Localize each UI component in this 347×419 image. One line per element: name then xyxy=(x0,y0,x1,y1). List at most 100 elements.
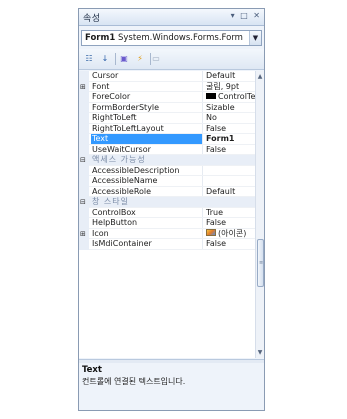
sort-az-icon: ↓ xyxy=(101,54,109,63)
property-row[interactable]: RightToLeft No xyxy=(79,113,255,124)
row-margin xyxy=(79,144,89,155)
property-row[interactable]: IsMdiContainer False xyxy=(79,239,255,250)
property-name: RightToLeft xyxy=(91,113,203,124)
events-view-button[interactable]: ⚡ xyxy=(133,52,147,66)
events-lightning-icon: ⚡ xyxy=(137,54,143,63)
property-row[interactable]: Text Form1 xyxy=(79,134,255,145)
property-value-text: Sizable xyxy=(206,102,235,112)
property-value[interactable]: Default xyxy=(204,71,255,82)
property-name: Icon xyxy=(91,228,203,239)
property-row[interactable]: FormBorderStyle Sizable xyxy=(79,102,255,114)
property-value[interactable] xyxy=(204,176,255,187)
collapse-minus-icon[interactable]: ⊟ xyxy=(80,156,86,164)
property-name: RightToLeftLayout xyxy=(91,123,203,134)
property-value[interactable]: 굴림, 9pt xyxy=(204,82,255,93)
category-label: 창 스타일 xyxy=(92,197,129,206)
description-pane: Text 컨트롤에 연결된 텍스트입니다. xyxy=(79,363,264,410)
alphabetical-view-button[interactable]: ↓ xyxy=(98,52,112,66)
row-margin xyxy=(79,92,89,103)
property-value[interactable]: Default xyxy=(204,187,255,198)
scroll-down-icon[interactable]: ▼ xyxy=(256,348,264,357)
category-label: 액세스 가능성 xyxy=(92,155,146,164)
property-value-text: Default xyxy=(206,186,236,196)
property-pages-button[interactable]: ▭ xyxy=(149,52,163,66)
auto-hide-pin-icon[interactable]: □ xyxy=(240,11,248,20)
property-name: Cursor xyxy=(91,71,203,82)
property-name: IsMdiContainer xyxy=(91,239,203,250)
property-pages-icon: ▭ xyxy=(152,54,160,63)
scroll-up-icon[interactable]: ▲ xyxy=(256,72,264,81)
row-margin: ⊟ xyxy=(79,155,89,166)
window-position-dropdown-icon[interactable]: ▾ xyxy=(231,11,235,20)
property-value-text: Form1 xyxy=(206,134,235,143)
property-value-text: False xyxy=(206,218,227,227)
title-bar[interactable]: 속성 ▾ □ ✕ xyxy=(79,9,264,26)
collapse-minus-icon[interactable]: ⊟ xyxy=(80,198,86,206)
title-bar-controls: ▾ □ ✕ xyxy=(228,11,260,20)
property-row[interactable]: AccessibleDescription xyxy=(79,165,255,177)
property-value[interactable]: (아이콘) xyxy=(204,229,255,240)
property-value[interactable] xyxy=(204,166,255,177)
property-value-text: False xyxy=(206,123,227,133)
chevron-down-icon[interactable]: ▼ xyxy=(249,31,261,45)
property-value[interactable]: False xyxy=(204,239,255,250)
property-row[interactable]: ⊞ Font 굴림, 9pt xyxy=(79,81,255,93)
property-value[interactable]: ControlText xyxy=(204,92,255,103)
row-margin xyxy=(79,218,89,229)
property-value[interactable]: False xyxy=(204,218,255,229)
property-value[interactable]: False xyxy=(204,124,255,135)
categorized-icon: ☷ xyxy=(85,54,93,63)
expand-plus-icon[interactable]: ⊞ xyxy=(80,230,86,238)
property-value-text: Default xyxy=(206,71,236,80)
property-name: AccessibleRole xyxy=(91,186,203,197)
properties-icon: ▣ xyxy=(120,54,128,63)
property-value[interactable]: No xyxy=(204,113,255,124)
form-icon-preview-icon xyxy=(206,229,216,236)
property-value-text: True xyxy=(206,207,223,217)
toolbar-separator xyxy=(115,53,116,65)
category-row[interactable]: ⊟ 액세스 가능성 xyxy=(79,155,255,166)
row-margin xyxy=(79,123,89,134)
property-row[interactable]: AccessibleName xyxy=(79,176,255,187)
property-row[interactable]: Cursor Default xyxy=(79,71,255,82)
property-name: HelpButton xyxy=(91,218,203,229)
row-margin xyxy=(79,113,89,124)
close-icon[interactable]: ✕ xyxy=(253,11,260,20)
object-type: System.Windows.Forms.Form xyxy=(117,33,243,43)
categorized-view-button[interactable]: ☷ xyxy=(82,52,96,66)
properties-toolbar: ☷ ↓ ▣ ⚡ ▭ xyxy=(79,49,264,70)
property-row[interactable]: ControlBox True xyxy=(79,207,255,219)
vertical-scrollbar[interactable]: ▲ ≡ ▼ xyxy=(255,71,264,358)
property-row[interactable]: ForeColor ControlText xyxy=(79,92,255,103)
property-value-text: False xyxy=(206,239,227,248)
property-name: AccessibleDescription xyxy=(91,165,203,176)
window-title: 속성 xyxy=(83,14,101,24)
row-margin: ⊞ xyxy=(79,228,89,239)
object-selector-combobox[interactable]: Form1 System.Windows.Forms.Form ▼ xyxy=(81,30,262,46)
scroll-thumb[interactable]: ≡ xyxy=(257,239,264,287)
row-margin: ⊞ xyxy=(79,81,89,92)
property-name: ForeColor xyxy=(91,92,203,103)
property-value-text: ControlText xyxy=(218,92,255,101)
property-row[interactable]: ⊞ Icon (아이콘) xyxy=(79,228,255,240)
properties-view-button[interactable]: ▣ xyxy=(117,52,131,66)
row-margin xyxy=(79,102,89,113)
property-grid: Cursor Default ⊞ Font 굴림, 9pt ForeColor Contro… xyxy=(79,71,255,358)
category-row[interactable]: ⊟ 창 스타일 xyxy=(79,197,255,208)
property-value[interactable]: Form1 xyxy=(204,134,255,145)
property-value[interactable]: True xyxy=(204,208,255,219)
row-margin xyxy=(79,176,89,187)
property-row[interactable]: HelpButton False xyxy=(79,218,255,229)
property-value-text: False xyxy=(206,144,227,154)
property-value[interactable]: False xyxy=(204,145,255,156)
row-margin xyxy=(79,239,89,250)
property-value-text: 굴림, 9pt xyxy=(206,81,240,91)
row-margin xyxy=(79,134,89,145)
expand-plus-icon[interactable]: ⊞ xyxy=(80,83,86,91)
row-margin xyxy=(79,207,89,218)
property-row[interactable]: UseWaitCursor False xyxy=(79,144,255,156)
property-row[interactable]: RightToLeftLayout False xyxy=(79,123,255,135)
property-row[interactable]: AccessibleRole Default xyxy=(79,186,255,198)
property-value[interactable]: Sizable xyxy=(204,103,255,114)
property-name: Font xyxy=(91,81,203,92)
